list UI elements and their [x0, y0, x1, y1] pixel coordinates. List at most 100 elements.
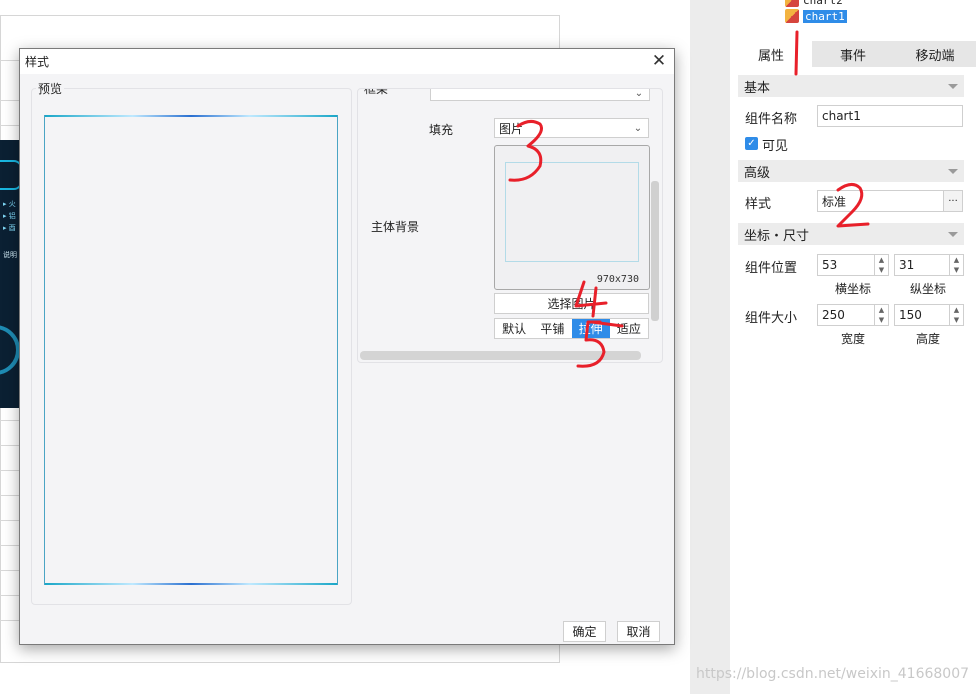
style-input[interactable]: 标准: [817, 190, 944, 212]
stepper-buttons[interactable]: ▲ ▼: [949, 305, 963, 325]
fill-label: 填充: [429, 123, 454, 137]
width-caption: 宽度: [841, 332, 866, 346]
frame-select-clipped[interactable]: ⌄: [430, 88, 650, 101]
stepper-buttons[interactable]: ▲ ▼: [874, 305, 888, 325]
stepper-buttons[interactable]: ▲ ▼: [949, 255, 963, 275]
style-label: 样式: [745, 197, 772, 212]
mode-tile[interactable]: 平铺: [533, 319, 571, 338]
fill-select-value: 图片: [499, 121, 524, 136]
thumbnail-bullet: ▸ 火: [3, 200, 16, 208]
tree-item-chart2[interactable]: chart2: [785, 0, 843, 8]
chevron-up-icon[interactable]: ▲: [875, 255, 888, 265]
height-caption: 高度: [916, 332, 941, 346]
height-value: 150: [899, 308, 922, 322]
preview-top-border: [45, 115, 337, 117]
section-title: 基本: [744, 80, 771, 96]
horizontal-scrollbar[interactable]: [360, 351, 641, 360]
grid-line: [0, 495, 19, 496]
tree-item-label: chart1: [803, 9, 847, 23]
collapse-caret-icon: [948, 168, 958, 174]
main-background-label: 主体背景: [371, 220, 420, 234]
ok-button[interactable]: 确定: [563, 621, 606, 642]
chevron-down-icon: ⌄: [633, 122, 643, 134]
section-advanced[interactable]: 高级: [738, 160, 964, 182]
pos-y-stepper[interactable]: 31 ▲ ▼: [894, 254, 964, 276]
mode-stretch[interactable]: 拉伸: [571, 319, 610, 338]
tree-item-chart1[interactable]: chart1: [785, 8, 847, 24]
section-title: 坐标・尺寸: [744, 228, 810, 244]
tab-properties[interactable]: 属性: [730, 41, 812, 67]
component-name-input[interactable]: chart1: [817, 105, 963, 127]
chevron-down-icon[interactable]: ▼: [950, 265, 963, 275]
cancel-button[interactable]: 取消: [617, 621, 660, 642]
close-icon[interactable]: ✕: [650, 52, 668, 70]
pos-x-value: 53: [822, 258, 838, 272]
grid-line: [0, 520, 19, 521]
grid-line: [0, 100, 19, 101]
position-label: 组件位置: [745, 261, 798, 276]
width-stepper[interactable]: 250 ▲ ▼: [817, 304, 889, 326]
tab-mobile[interactable]: 移动端: [894, 41, 976, 67]
tab-events[interactable]: 事件: [812, 41, 894, 67]
style-dialog: 样式 ✕ 预览 框架 ⌄ 填充 图片 ⌄ 主体背景 970x730 选择图片 默…: [19, 48, 675, 645]
dialog-titlebar: 样式 ✕: [20, 49, 674, 74]
watermark: https://blog.csdn.net/weixin_41668007: [696, 666, 970, 682]
tree-item-label: chart2: [803, 0, 843, 7]
image-mode-segmented: 默认 平铺 拉伸 适应: [494, 318, 649, 339]
visible-checkbox[interactable]: ✓: [745, 137, 758, 150]
section-coordinates[interactable]: 坐标・尺寸: [738, 223, 964, 245]
grid-line: [0, 595, 19, 596]
mode-default[interactable]: 默认: [495, 319, 533, 338]
preview-label: 预览: [36, 80, 65, 97]
thumbnail-bullet: ▸ 铝: [3, 212, 16, 220]
chevron-down-icon[interactable]: ▼: [875, 315, 888, 325]
component-name-label: 组件名称: [745, 112, 798, 127]
grid-line: [0, 545, 19, 546]
thumbnail-note: 说明: [3, 251, 17, 259]
frame-label: 框架: [362, 89, 391, 97]
preview-group: 预览: [31, 80, 352, 605]
height-stepper[interactable]: 150 ▲ ▼: [894, 304, 964, 326]
dialog-title: 样式: [25, 55, 50, 69]
style-more-button[interactable]: ···: [943, 190, 963, 212]
chevron-down-icon[interactable]: ▼: [950, 315, 963, 325]
grid-line: [0, 470, 19, 471]
image-thumbnail: [505, 162, 639, 262]
choose-image-button[interactable]: 选择图片: [494, 293, 649, 314]
panel-tabs: 属性 事件 移动端: [730, 41, 976, 67]
preview-bottom-border: [45, 583, 337, 585]
grid-line: [0, 60, 19, 61]
section-basic[interactable]: 基本: [738, 75, 964, 97]
grid-line: [0, 620, 19, 621]
grid-line: [0, 420, 19, 421]
chevron-up-icon[interactable]: ▲: [950, 305, 963, 315]
chart-icon: [785, 0, 799, 7]
size-label: 组件大小: [745, 311, 798, 326]
pos-y-caption: 纵坐标: [910, 282, 947, 296]
collapse-caret-icon: [948, 83, 958, 89]
vertical-scrollbar[interactable]: [651, 181, 659, 321]
thumbnail-bullets: ▸ 火 ▸ 铝 ▸ 酉: [3, 198, 16, 234]
grid-line: [0, 445, 19, 446]
panel-gutter: [690, 0, 730, 694]
grid-line: [0, 125, 19, 126]
chevron-up-icon[interactable]: ▲: [950, 255, 963, 265]
fill-select[interactable]: 图片 ⌄: [494, 118, 649, 138]
image-size-text: 970x730: [596, 274, 639, 285]
chevron-down-icon[interactable]: ▼: [875, 265, 888, 275]
chart-icon: [785, 9, 799, 23]
chevron-up-icon[interactable]: ▲: [875, 305, 888, 315]
background-image-preview: 970x730: [494, 145, 650, 290]
component-tree: chart2 chart1: [730, 0, 976, 38]
pos-x-stepper[interactable]: 53 ▲ ▼: [817, 254, 889, 276]
thumbnail-ring: [0, 325, 20, 375]
pos-x-caption: 横坐标: [835, 282, 872, 296]
section-title: 高级: [744, 165, 771, 181]
stepper-buttons[interactable]: ▲ ▼: [874, 255, 888, 275]
pos-y-value: 31: [899, 258, 915, 272]
chevron-down-icon: ⌄: [634, 88, 644, 99]
mode-fit[interactable]: 适应: [610, 319, 648, 338]
collapse-caret-icon: [948, 231, 958, 237]
width-value: 250: [822, 308, 845, 322]
visible-label: 可见: [762, 139, 789, 154]
